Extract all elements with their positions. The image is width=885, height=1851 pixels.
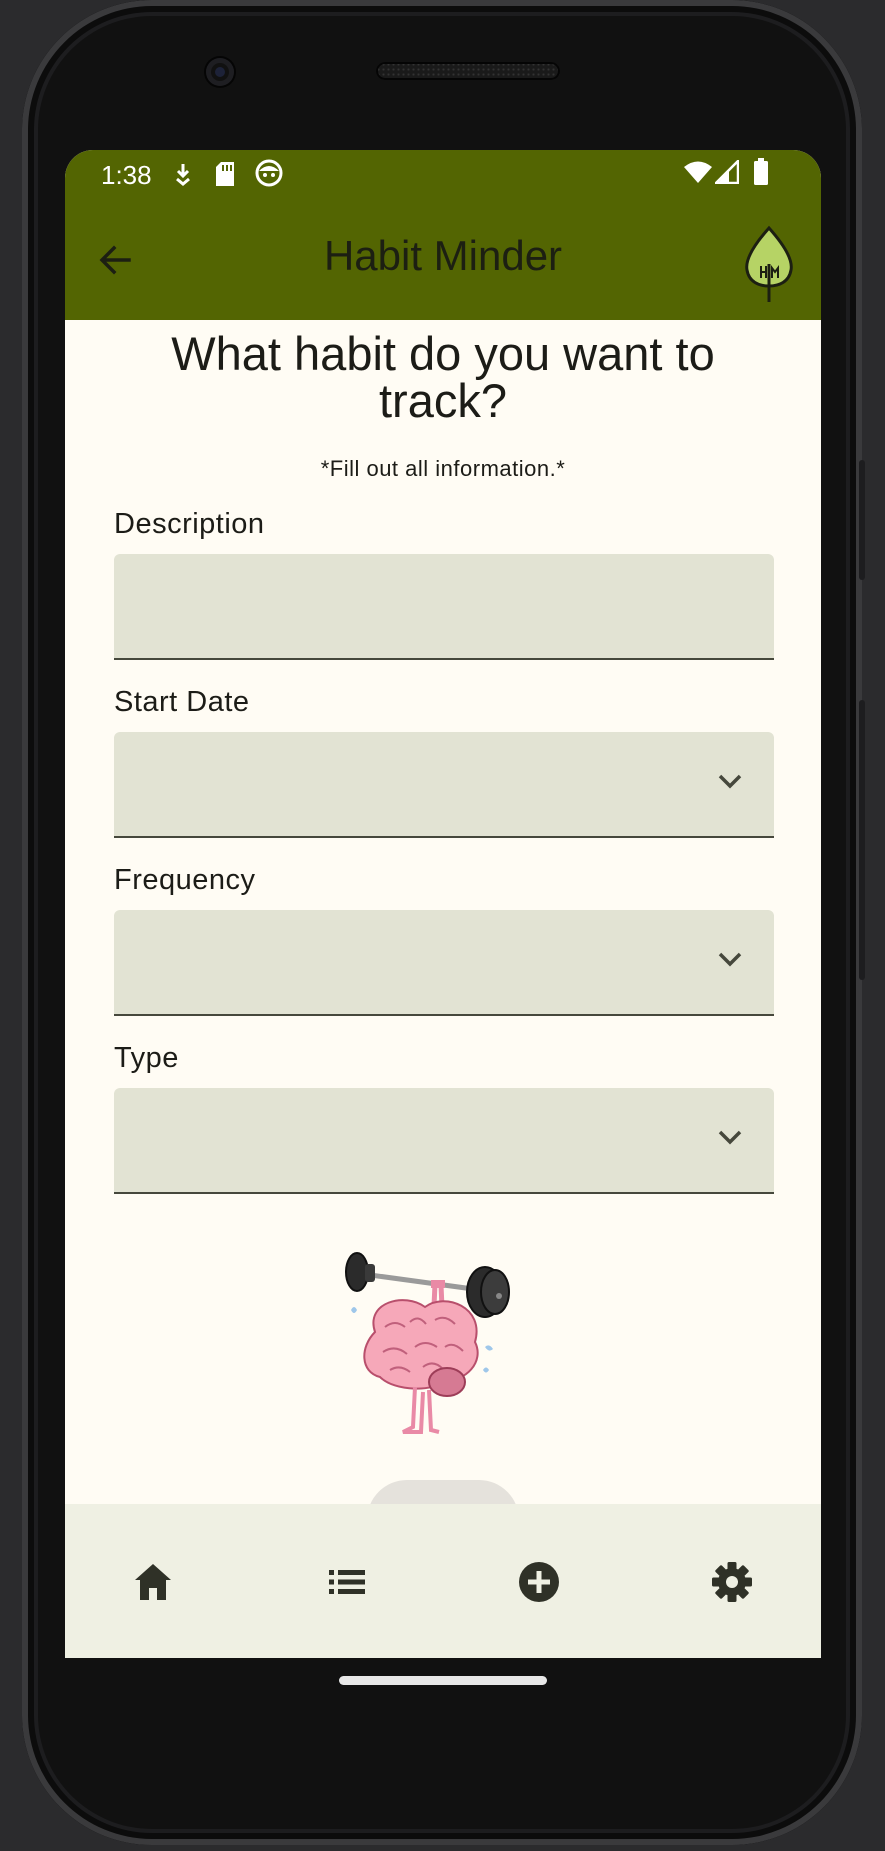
settings-icon[interactable] (710, 1560, 754, 1604)
screen: 1:38 Habit Minder What habit do you want… (65, 150, 821, 1658)
earpiece-speaker (376, 62, 560, 80)
chevron-down-icon (718, 774, 742, 789)
wifi-icon (684, 161, 712, 183)
status-time: 1:38 (101, 160, 152, 190)
start-date-label: Start Date (114, 686, 250, 718)
battery-icon (754, 158, 768, 185)
list-icon[interactable] (325, 1560, 369, 1604)
home-icon[interactable] (131, 1560, 175, 1604)
type-label: Type (114, 1042, 179, 1074)
sd-card-icon (216, 162, 234, 186)
frequency-dropdown[interactable] (114, 910, 774, 1016)
home-indicator[interactable] (339, 1676, 547, 1685)
page-title: What habit do you want to track? (171, 327, 715, 427)
form-instructions: *Fill out all information.* (320, 456, 566, 481)
description-label: Description (114, 508, 265, 540)
front-camera (206, 58, 234, 86)
volume-button (859, 460, 865, 580)
brain-lifting-barbell-illustration (345, 1252, 510, 1434)
start-date-dropdown[interactable] (114, 732, 774, 838)
app-title: Habit Minder (323, 232, 563, 279)
add-habit-form: What habit do you want to track? *Fill o… (65, 320, 821, 1654)
power-button (859, 700, 865, 980)
app-bar: Habit Minder (65, 198, 821, 320)
add-circle-icon[interactable] (517, 1560, 561, 1604)
chevron-down-icon (718, 1130, 742, 1145)
bottom-navigation (65, 1504, 821, 1658)
type-dropdown[interactable] (114, 1088, 774, 1194)
description-input[interactable] (114, 554, 774, 660)
face-notification-icon (255, 159, 283, 187)
status-bar: 1:38 (65, 150, 821, 198)
leaf-logo-icon (745, 225, 793, 302)
chevron-down-icon (718, 952, 742, 967)
download-icon (176, 164, 190, 186)
frequency-label: Frequency (114, 864, 256, 896)
signal-icon (715, 160, 739, 184)
